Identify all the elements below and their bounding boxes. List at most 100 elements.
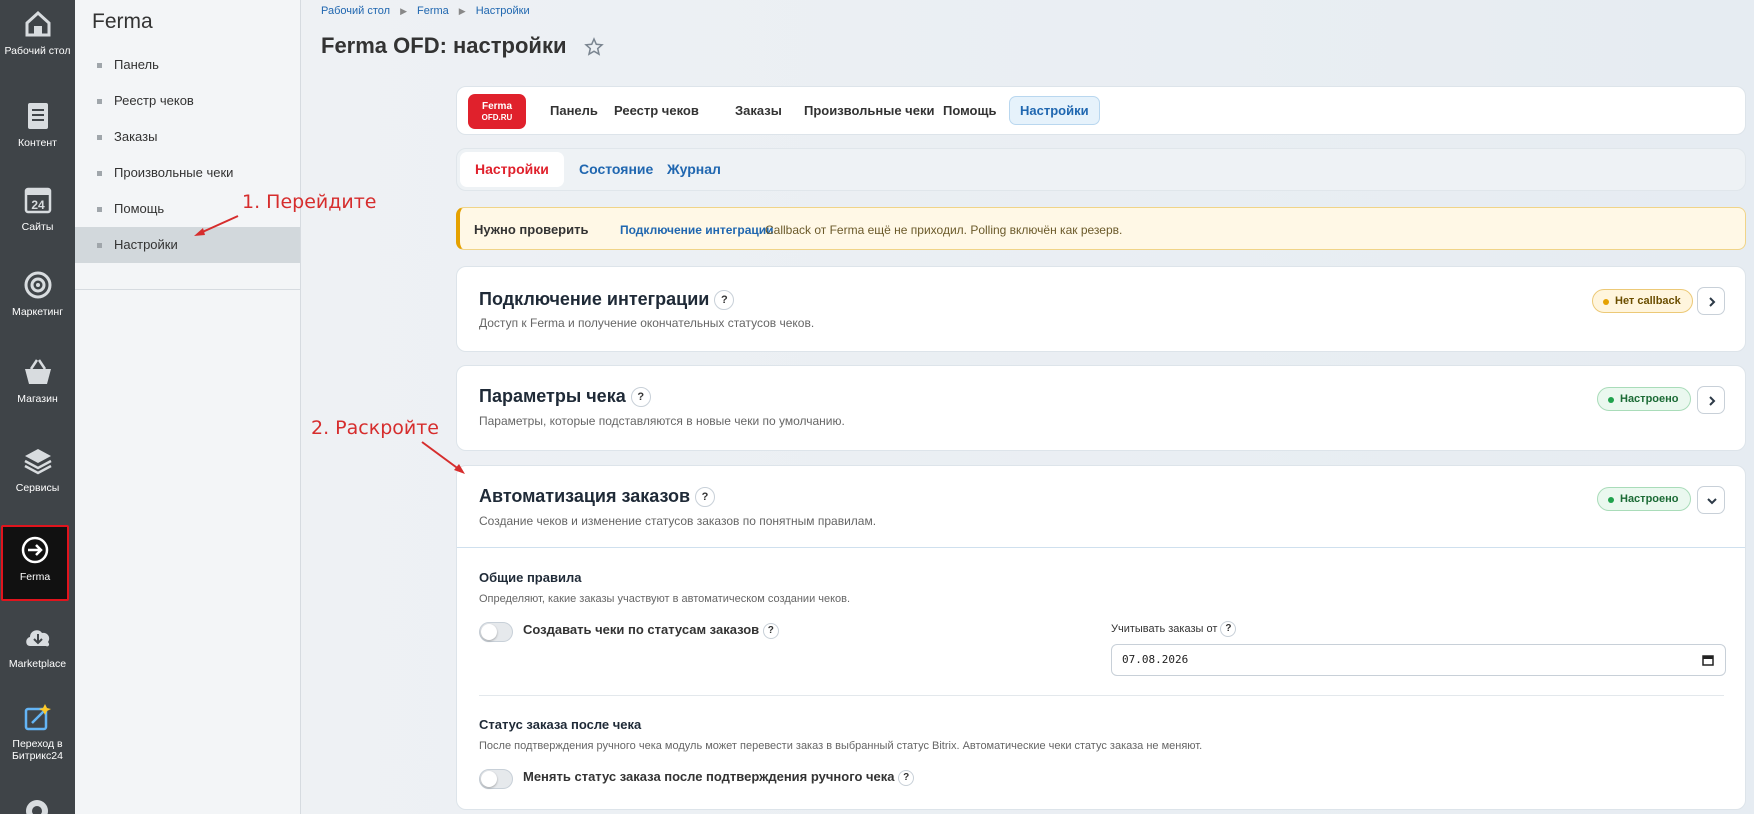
layers-icon xyxy=(23,449,52,475)
section-menu-title: Ferma xyxy=(92,10,153,33)
module-nav: Ferma OFD.RU Панель Реестр чеков Заказы П… xyxy=(456,86,1746,135)
left-rail: Рабочий стол Контент 24 Сайты Маркетинг … xyxy=(0,0,75,814)
order-status-title: Статус заказа после чека xyxy=(479,717,642,732)
rail-label: Переход в Битрикс24 xyxy=(12,738,63,762)
settings-tabs: Настройки Состояние Журнал xyxy=(456,148,1746,191)
collapse-button[interactable] xyxy=(1697,486,1725,514)
tab-log[interactable]: Журнал xyxy=(652,152,736,187)
toggle-knob xyxy=(481,624,497,640)
submenu-item-label: Произвольные чеки xyxy=(114,165,234,180)
toggle-label: Создавать чеки по статусам заказов ? xyxy=(523,622,779,639)
section-order-automation: Автоматизация заказов ? Создание чеков и… xyxy=(456,465,1746,810)
alert-link[interactable]: Подключение интеграции xyxy=(620,223,774,237)
orders-from-date-input[interactable]: 07.08.2026 xyxy=(1111,644,1726,676)
section-integration[interactable]: Подключение интеграции ? Доступ к Ferma … xyxy=(456,266,1746,352)
submenu-item-custom-receipts[interactable]: Произвольные чеки xyxy=(75,155,300,191)
page-title: Ferma OFD: настройки xyxy=(321,33,567,58)
rail-label: Рабочий стол xyxy=(4,45,71,57)
rail-item-content[interactable]: Контент xyxy=(0,101,75,149)
ferma-logo[interactable]: Ferma OFD.RU xyxy=(468,94,526,129)
calendar-icon[interactable] xyxy=(1702,654,1714,666)
chevron-down-icon xyxy=(1707,498,1717,505)
breadcrumb: Рабочий стол ▶ Ferma ▶ Настройки xyxy=(321,5,530,17)
order-status-desc: После подтверждения ручного чека модуль … xyxy=(479,740,1203,752)
nav-help[interactable]: Помощь xyxy=(933,96,1006,125)
status-badge: Настроено xyxy=(1597,387,1691,411)
rail-item-ferma[interactable]: Ferma xyxy=(1,525,69,601)
breadcrumb-item[interactable]: Рабочий стол xyxy=(321,5,390,17)
star-icon[interactable] xyxy=(584,37,604,57)
date-field-label: Учитывать заказы от ? xyxy=(1111,621,1237,637)
alert-text: Callback от Ferma ещё не приходил. Polli… xyxy=(765,223,1123,237)
rail-item-bitrix24[interactable]: Переход в Битрикс24 xyxy=(0,702,75,762)
rail-label: Ferma xyxy=(19,571,51,583)
rail-item-sites[interactable]: 24 Сайты xyxy=(0,185,75,233)
gear-icon[interactable] xyxy=(22,796,52,814)
help-icon[interactable]: ? xyxy=(1220,621,1237,637)
chevron-right-icon xyxy=(1709,297,1716,307)
status-badge-text: Настроено xyxy=(1620,393,1679,405)
help-icon[interactable]: ? xyxy=(898,769,915,786)
submenu-item-label: Панель xyxy=(114,57,159,72)
rail-label: Сайты xyxy=(21,221,54,233)
rail-item-shop[interactable]: Магазин xyxy=(0,357,75,405)
breadcrumb-item[interactable]: Настройки xyxy=(476,5,530,17)
tab-settings[interactable]: Настройки xyxy=(460,152,564,187)
change-status-toggle[interactable] xyxy=(479,769,513,789)
section-title-text: Автоматизация заказов xyxy=(479,486,691,506)
rail-label: Сервисы xyxy=(15,482,60,494)
divider xyxy=(457,547,1745,548)
help-icon[interactable]: ? xyxy=(762,622,779,639)
section-receipt-params[interactable]: Параметры чека ? Параметры, которые подс… xyxy=(456,365,1746,451)
section-desc: Доступ к Ferma и получение окончательных… xyxy=(479,316,815,330)
submenu-item-label: Заказы xyxy=(114,129,158,144)
home-icon xyxy=(25,10,50,37)
divider xyxy=(75,289,300,290)
calendar-24-icon: 24 xyxy=(24,187,51,214)
submenu-item-panel[interactable]: Панель xyxy=(75,47,300,83)
create-by-status-toggle[interactable] xyxy=(479,622,513,642)
status-badge-text: Нет callback xyxy=(1615,295,1681,307)
submenu-item-label: Настройки xyxy=(114,237,178,252)
annotation-arrow-icon xyxy=(194,215,239,236)
breadcrumb-item[interactable]: Ferma xyxy=(417,5,449,17)
help-icon[interactable]: ? xyxy=(714,290,735,311)
bullet xyxy=(97,99,102,104)
submenu-item-label: Помощь xyxy=(114,201,165,216)
rail-item-marketing[interactable]: Маркетинг xyxy=(0,270,75,318)
nav-panel[interactable]: Панель xyxy=(540,96,608,125)
bullet xyxy=(97,135,102,140)
general-rules-title: Общие правила xyxy=(479,570,582,585)
nav-orders[interactable]: Заказы xyxy=(725,96,792,125)
help-icon[interactable]: ? xyxy=(630,387,651,408)
submenu-item-settings[interactable]: Настройки xyxy=(75,227,300,263)
toggle-label-text: Создавать чеки по статусам заказов xyxy=(523,622,760,637)
nav-settings[interactable]: Настройки xyxy=(1009,96,1100,125)
breadcrumb-separator-icon: ▶ xyxy=(458,6,466,16)
warning-alert: Нужно проверить Подключение интеграции C… xyxy=(456,207,1746,250)
chevron-right-icon xyxy=(1709,396,1716,406)
submenu-item-registry[interactable]: Реестр чеков xyxy=(75,83,300,119)
section-title-text: Параметры чека xyxy=(479,386,626,406)
section-menu: Ferma Панель Реестр чеков Заказы Произво… xyxy=(75,0,301,814)
nav-custom-receipts[interactable]: Произвольные чеки xyxy=(794,96,944,125)
help-icon[interactable]: ? xyxy=(695,487,716,508)
main-content: Рабочий стол ▶ Ferma ▶ Настройки Ferma OFD: … xyxy=(301,0,1754,814)
expand-button[interactable] xyxy=(1697,386,1725,414)
basket-icon xyxy=(24,359,51,384)
nav-registry[interactable]: Реестр чеков xyxy=(604,96,709,125)
rail-label: Контент xyxy=(18,137,57,149)
submenu-item-orders[interactable]: Заказы xyxy=(75,119,300,155)
rail-item-marketplace[interactable]: Marketplace xyxy=(0,622,75,670)
toggle-label: Менять статус заказа после подтверждения… xyxy=(523,769,915,786)
status-dot xyxy=(1608,397,1614,403)
expand-button[interactable] xyxy=(1697,287,1725,315)
arrow-circle-icon xyxy=(21,536,49,564)
rail-item-desktop[interactable]: Рабочий стол xyxy=(0,9,75,57)
rail-item-services[interactable]: Сервисы xyxy=(0,446,75,494)
document-icon xyxy=(27,103,48,129)
date-value: 07.08.2026 xyxy=(1122,653,1189,666)
general-rules-desc: Определяют, какие заказы участвуют в авт… xyxy=(479,593,851,605)
bullet xyxy=(97,243,102,248)
status-badge-text: Настроено xyxy=(1620,493,1679,505)
